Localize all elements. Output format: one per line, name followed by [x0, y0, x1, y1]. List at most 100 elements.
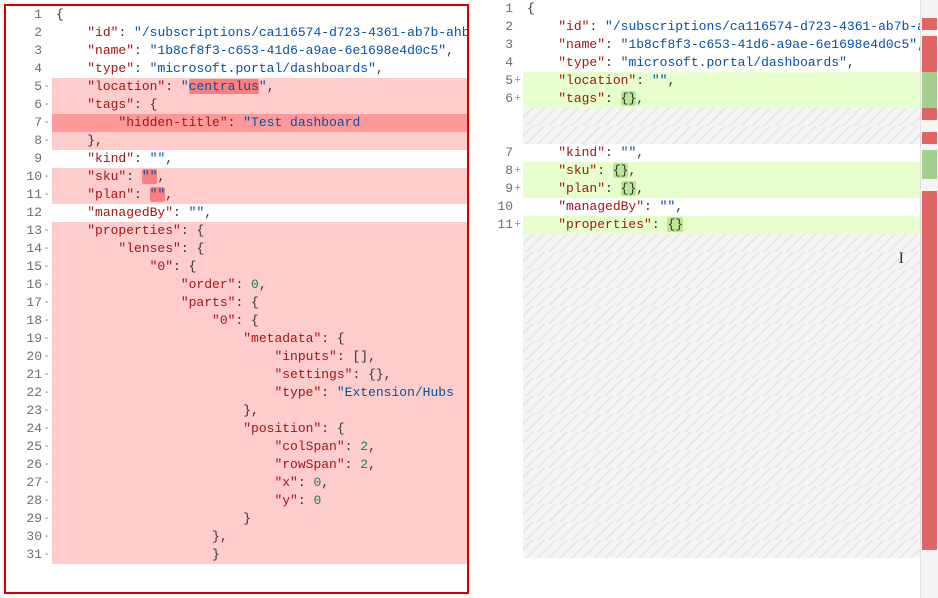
code-line[interactable]: "sku": {}, — [523, 162, 938, 180]
code-line[interactable] — [523, 324, 938, 342]
code-line[interactable]: { — [52, 6, 467, 24]
code-line[interactable] — [523, 504, 938, 522]
code-line[interactable]: "managedBy": "", — [52, 204, 467, 222]
code-line[interactable] — [523, 126, 938, 144]
code-line[interactable] — [523, 378, 938, 396]
code-line[interactable] — [523, 270, 938, 288]
line-number: 16- — [6, 276, 42, 294]
line-number: 21- — [6, 366, 42, 384]
code-line[interactable] — [523, 108, 938, 126]
code-line[interactable]: "inputs": [], — [52, 348, 467, 366]
code-line[interactable]: "parts": { — [52, 294, 467, 312]
code-line[interactable] — [523, 414, 938, 432]
code-line[interactable] — [523, 288, 938, 306]
minimap-chunk[interactable] — [922, 72, 937, 108]
code-line[interactable]: { — [523, 0, 938, 18]
code-line[interactable]: "colSpan": 2, — [52, 438, 467, 456]
code-line[interactable] — [523, 252, 938, 270]
code-line[interactable]: "id": "/subscriptions/ca116574-d723-4361… — [52, 24, 467, 42]
code-line[interactable]: "tags": { — [52, 96, 467, 114]
code-line[interactable]: "y": 0 — [52, 492, 467, 510]
code-line[interactable]: "type": "microsoft.portal/dashboards", — [52, 60, 467, 78]
code-line[interactable]: }, — [52, 132, 467, 150]
line-number — [477, 378, 513, 396]
code-line[interactable]: "id": "/subscriptions/ca116574-d723-4361… — [523, 18, 938, 36]
code-line[interactable]: "0": { — [52, 312, 467, 330]
code-line[interactable] — [523, 540, 938, 558]
code-line[interactable]: }, — [52, 402, 467, 420]
line-number: 5- — [6, 78, 42, 96]
code-line[interactable]: "properties": {} — [523, 216, 938, 234]
code-line[interactable]: "plan": "", — [52, 186, 467, 204]
code-line[interactable]: "name": "1b8cf8f3-c653-41d6-a9ae-6e1698e… — [523, 36, 938, 54]
code-line[interactable]: "location": "centralus", — [52, 78, 467, 96]
code-line[interactable] — [523, 234, 938, 252]
left-lines[interactable]: { "id": "/subscriptions/ca116574-d723-43… — [52, 6, 467, 592]
line-number: 9 — [6, 150, 42, 168]
line-number: 18- — [6, 312, 42, 330]
code-line[interactable] — [523, 306, 938, 324]
code-line[interactable] — [523, 360, 938, 378]
code-line[interactable]: "tags": {}, — [523, 90, 938, 108]
minimap-chunk[interactable] — [922, 150, 937, 180]
line-number: 11+ — [477, 216, 513, 234]
code-line[interactable]: "managedBy": "", — [523, 198, 938, 216]
line-number — [477, 324, 513, 342]
code-line[interactable]: }, — [52, 528, 467, 546]
code-line[interactable]: "location": "", — [523, 72, 938, 90]
code-line[interactable]: "sku": "", — [52, 168, 467, 186]
code-line[interactable] — [523, 486, 938, 504]
code-line[interactable]: "kind": "", — [523, 144, 938, 162]
code-line[interactable]: "name": "1b8cf8f3-c653-41d6-a9ae-6e1698e… — [52, 42, 467, 60]
code-line[interactable]: "type": "microsoft.portal/dashboards", — [523, 54, 938, 72]
code-line[interactable]: "order": 0, — [52, 276, 467, 294]
line-number: 23- — [6, 402, 42, 420]
code-line[interactable] — [523, 342, 938, 360]
line-number: 11- — [6, 186, 42, 204]
minimap-chunk[interactable] — [922, 191, 937, 550]
line-number — [477, 414, 513, 432]
line-number — [477, 126, 513, 144]
right-code-area: 12345+6+78+9+1011+ { "id": "/subscriptio… — [477, 0, 938, 598]
line-number — [477, 270, 513, 288]
left-pane[interactable]: 12345-6-7-8-910-11-1213-14-15-16-17-18-1… — [4, 4, 469, 594]
code-line[interactable] — [523, 522, 938, 540]
line-number — [477, 486, 513, 504]
line-number — [477, 540, 513, 558]
line-number — [477, 252, 513, 270]
line-number — [477, 288, 513, 306]
code-line[interactable]: "0": { — [52, 258, 467, 276]
code-line[interactable]: "rowSpan": 2, — [52, 456, 467, 474]
code-line[interactable]: "properties": { — [52, 222, 467, 240]
line-number — [477, 522, 513, 540]
line-number: 6- — [6, 96, 42, 114]
code-line[interactable]: } — [52, 546, 467, 564]
code-line[interactable] — [523, 450, 938, 468]
right-pane[interactable]: 12345+6+78+9+1011+ { "id": "/subscriptio… — [477, 0, 938, 598]
code-line[interactable]: "kind": "", — [52, 150, 467, 168]
right-lines[interactable]: { "id": "/subscriptions/ca116574-d723-43… — [523, 0, 938, 598]
code-line[interactable]: "type": "Extension/Hubs — [52, 384, 467, 402]
code-line[interactable]: "metadata": { — [52, 330, 467, 348]
code-line[interactable] — [523, 468, 938, 486]
code-line[interactable]: "position": { — [52, 420, 467, 438]
line-number: 20- — [6, 348, 42, 366]
code-line[interactable]: } — [52, 510, 467, 528]
line-number: 7 — [477, 144, 513, 162]
line-number — [477, 342, 513, 360]
minimap-chunk[interactable] — [922, 18, 937, 30]
line-number: 31- — [6, 546, 42, 564]
code-line[interactable] — [523, 432, 938, 450]
code-line[interactable]: "plan": {}, — [523, 180, 938, 198]
code-line[interactable]: "settings": {}, — [52, 366, 467, 384]
code-line[interactable]: "x": 0, — [52, 474, 467, 492]
code-line[interactable] — [523, 396, 938, 414]
code-line[interactable]: "lenses": { — [52, 240, 467, 258]
line-number: 30- — [6, 528, 42, 546]
line-number: 27- — [6, 474, 42, 492]
minimap[interactable] — [920, 0, 938, 598]
minimap-chunk[interactable] — [922, 132, 937, 144]
line-number: 8+ — [477, 162, 513, 180]
left-gutter: 12345-6-7-8-910-11-1213-14-15-16-17-18-1… — [6, 6, 52, 592]
code-line[interactable]: "hidden-title": "Test dashboard — [52, 114, 467, 132]
